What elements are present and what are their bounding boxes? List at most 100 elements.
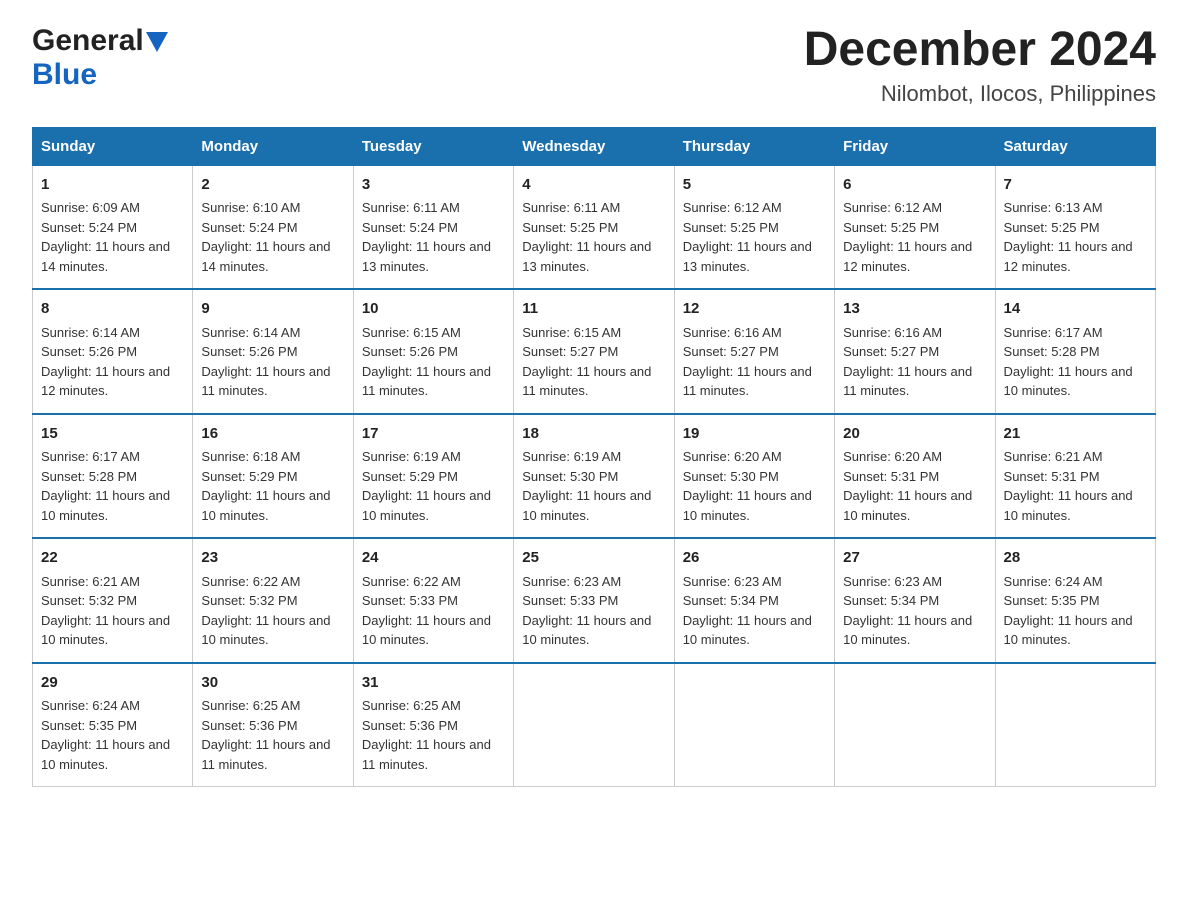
day-number: 1 (41, 174, 184, 197)
calendar-cell: 20 Sunrise: 6:20 AMSunset: 5:31 PMDayligh… (835, 414, 995, 539)
day-number: 31 (362, 672, 505, 695)
day-info: Sunrise: 6:24 AMSunset: 5:35 PMDaylight:… (41, 698, 170, 772)
calendar-cell: 22 Sunrise: 6:21 AMSunset: 5:32 PMDayligh… (33, 538, 193, 663)
calendar-cell: 1 Sunrise: 6:09 AMSunset: 5:24 PMDaylight… (33, 165, 193, 289)
calendar-cell (835, 663, 995, 787)
day-info: Sunrise: 6:15 AMSunset: 5:27 PMDaylight:… (522, 325, 651, 399)
day-info: Sunrise: 6:22 AMSunset: 5:32 PMDaylight:… (201, 574, 330, 648)
page-title: December 2024 (804, 24, 1156, 77)
calendar-cell: 28Sunrise: 6:24 AMSunset: 5:35 PMDayligh… (995, 538, 1155, 663)
calendar-cell: 11 Sunrise: 6:15 AMSunset: 5:27 PMDayligh… (514, 289, 674, 414)
day-number: 15 (41, 423, 184, 446)
calendar-cell: 9Sunrise: 6:14 AMSunset: 5:26 PMDaylight… (193, 289, 353, 414)
day-number: 5 (683, 174, 826, 197)
weekday-header-thursday: Thursday (674, 127, 834, 165)
day-info: Sunrise: 6:21 AMSunset: 5:32 PMDaylight:… (41, 574, 170, 648)
calendar-cell: 5 Sunrise: 6:12 AMSunset: 5:25 PMDaylight… (674, 165, 834, 289)
calendar-cell: 6Sunrise: 6:12 AMSunset: 5:25 PMDaylight… (835, 165, 995, 289)
day-info: Sunrise: 6:11 AMSunset: 5:25 PMDaylight:… (522, 200, 651, 274)
day-info: Sunrise: 6:15 AMSunset: 5:26 PMDaylight:… (362, 325, 491, 399)
logo: General Blue (32, 24, 168, 92)
day-info: Sunrise: 6:22 AMSunset: 5:33 PMDaylight:… (362, 574, 491, 648)
calendar-cell: 4Sunrise: 6:11 AMSunset: 5:25 PMDaylight… (514, 165, 674, 289)
calendar-cell: 13Sunrise: 6:16 AMSunset: 5:27 PMDayligh… (835, 289, 995, 414)
calendar-cell: 12 Sunrise: 6:16 AMSunset: 5:27 PMDayligh… (674, 289, 834, 414)
weekday-header-sunday: Sunday (33, 127, 193, 165)
day-info: Sunrise: 6:13 AMSunset: 5:25 PMDaylight:… (1004, 200, 1133, 274)
calendar-week-row: 15 Sunrise: 6:17 AMSunset: 5:28 PMDayligh… (33, 414, 1156, 539)
day-number: 2 (201, 174, 344, 197)
day-info: Sunrise: 6:24 AMSunset: 5:35 PMDaylight:… (1004, 574, 1133, 648)
calendar-cell (514, 663, 674, 787)
calendar-cell: 25 Sunrise: 6:23 AMSunset: 5:33 PMDayligh… (514, 538, 674, 663)
calendar-cell: 16Sunrise: 6:18 AMSunset: 5:29 PMDayligh… (193, 414, 353, 539)
day-info: Sunrise: 6:21 AMSunset: 5:31 PMDaylight:… (1004, 449, 1133, 523)
day-number: 12 (683, 298, 826, 321)
day-number: 8 (41, 298, 184, 321)
day-number: 30 (201, 672, 344, 695)
calendar-week-row: 8 Sunrise: 6:14 AMSunset: 5:26 PMDaylight… (33, 289, 1156, 414)
day-info: Sunrise: 6:20 AMSunset: 5:31 PMDaylight:… (843, 449, 972, 523)
day-info: Sunrise: 6:12 AMSunset: 5:25 PMDaylight:… (683, 200, 812, 274)
calendar-cell (995, 663, 1155, 787)
day-number: 7 (1004, 174, 1147, 197)
calendar-cell: 31 Sunrise: 6:25 AMSunset: 5:36 PMDayligh… (353, 663, 513, 787)
day-number: 13 (843, 298, 986, 321)
day-info: Sunrise: 6:23 AMSunset: 5:34 PMDaylight:… (683, 574, 812, 648)
calendar-cell: 26 Sunrise: 6:23 AMSunset: 5:34 PMDayligh… (674, 538, 834, 663)
weekday-header-wednesday: Wednesday (514, 127, 674, 165)
day-number: 9 (201, 298, 344, 321)
day-info: Sunrise: 6:25 AMSunset: 5:36 PMDaylight:… (362, 698, 491, 772)
day-number: 14 (1004, 298, 1147, 321)
day-number: 20 (843, 423, 986, 446)
calendar-cell: 19Sunrise: 6:20 AMSunset: 5:30 PMDayligh… (674, 414, 834, 539)
logo-triangle-icon (146, 32, 168, 52)
calendar-cell: 2 Sunrise: 6:10 AMSunset: 5:24 PMDaylight… (193, 165, 353, 289)
calendar-cell: 21 Sunrise: 6:21 AMSunset: 5:31 PMDayligh… (995, 414, 1155, 539)
weekday-header-friday: Friday (835, 127, 995, 165)
calendar-cell: 15 Sunrise: 6:17 AMSunset: 5:28 PMDayligh… (33, 414, 193, 539)
day-number: 16 (201, 423, 344, 446)
calendar-cell (674, 663, 834, 787)
day-number: 22 (41, 547, 184, 570)
day-number: 25 (522, 547, 665, 570)
day-number: 26 (683, 547, 826, 570)
logo-bottom-row: Blue (32, 58, 97, 92)
day-number: 19 (683, 423, 826, 446)
day-number: 23 (201, 547, 344, 570)
day-info: Sunrise: 6:09 AMSunset: 5:24 PMDaylight:… (41, 200, 170, 274)
calendar-cell: 10 Sunrise: 6:15 AMSunset: 5:26 PMDayligh… (353, 289, 513, 414)
logo-general-text: General (32, 24, 144, 57)
calendar-cell: 14 Sunrise: 6:17 AMSunset: 5:28 PMDayligh… (995, 289, 1155, 414)
logo-blue-text: Blue (32, 58, 97, 91)
day-number: 27 (843, 547, 986, 570)
weekday-header-monday: Monday (193, 127, 353, 165)
calendar-week-row: 22 Sunrise: 6:21 AMSunset: 5:32 PMDayligh… (33, 538, 1156, 663)
page-header: General Blue December 2024 Nilombot, Ilo… (32, 24, 1156, 107)
day-info: Sunrise: 6:25 AMSunset: 5:36 PMDaylight:… (201, 698, 330, 772)
calendar-cell: 7 Sunrise: 6:13 AMSunset: 5:25 PMDaylight… (995, 165, 1155, 289)
weekday-header-row: SundayMondayTuesdayWednesdayThursdayFrid… (33, 127, 1156, 165)
calendar-cell: 8 Sunrise: 6:14 AMSunset: 5:26 PMDaylight… (33, 289, 193, 414)
day-number: 18 (522, 423, 665, 446)
day-info: Sunrise: 6:23 AMSunset: 5:33 PMDaylight:… (522, 574, 651, 648)
calendar-week-row: 29Sunrise: 6:24 AMSunset: 5:35 PMDayligh… (33, 663, 1156, 787)
calendar-cell: 24Sunrise: 6:22 AMSunset: 5:33 PMDayligh… (353, 538, 513, 663)
weekday-header-tuesday: Tuesday (353, 127, 513, 165)
day-info: Sunrise: 6:14 AMSunset: 5:26 PMDaylight:… (41, 325, 170, 399)
calendar-cell: 27Sunrise: 6:23 AMSunset: 5:34 PMDayligh… (835, 538, 995, 663)
title-block: December 2024 Nilombot, Ilocos, Philippi… (804, 24, 1156, 107)
day-info: Sunrise: 6:17 AMSunset: 5:28 PMDaylight:… (41, 449, 170, 523)
calendar-cell: 3Sunrise: 6:11 AMSunset: 5:24 PMDaylight… (353, 165, 513, 289)
day-info: Sunrise: 6:16 AMSunset: 5:27 PMDaylight:… (683, 325, 812, 399)
day-number: 3 (362, 174, 505, 197)
day-number: 21 (1004, 423, 1147, 446)
day-info: Sunrise: 6:17 AMSunset: 5:28 PMDaylight:… (1004, 325, 1133, 399)
calendar-cell: 30 Sunrise: 6:25 AMSunset: 5:36 PMDayligh… (193, 663, 353, 787)
calendar-cell: 17Sunrise: 6:19 AMSunset: 5:29 PMDayligh… (353, 414, 513, 539)
day-number: 11 (522, 298, 665, 321)
calendar-week-row: 1 Sunrise: 6:09 AMSunset: 5:24 PMDaylight… (33, 165, 1156, 289)
day-info: Sunrise: 6:10 AMSunset: 5:24 PMDaylight:… (201, 200, 330, 274)
day-number: 10 (362, 298, 505, 321)
day-info: Sunrise: 6:12 AMSunset: 5:25 PMDaylight:… (843, 200, 972, 274)
